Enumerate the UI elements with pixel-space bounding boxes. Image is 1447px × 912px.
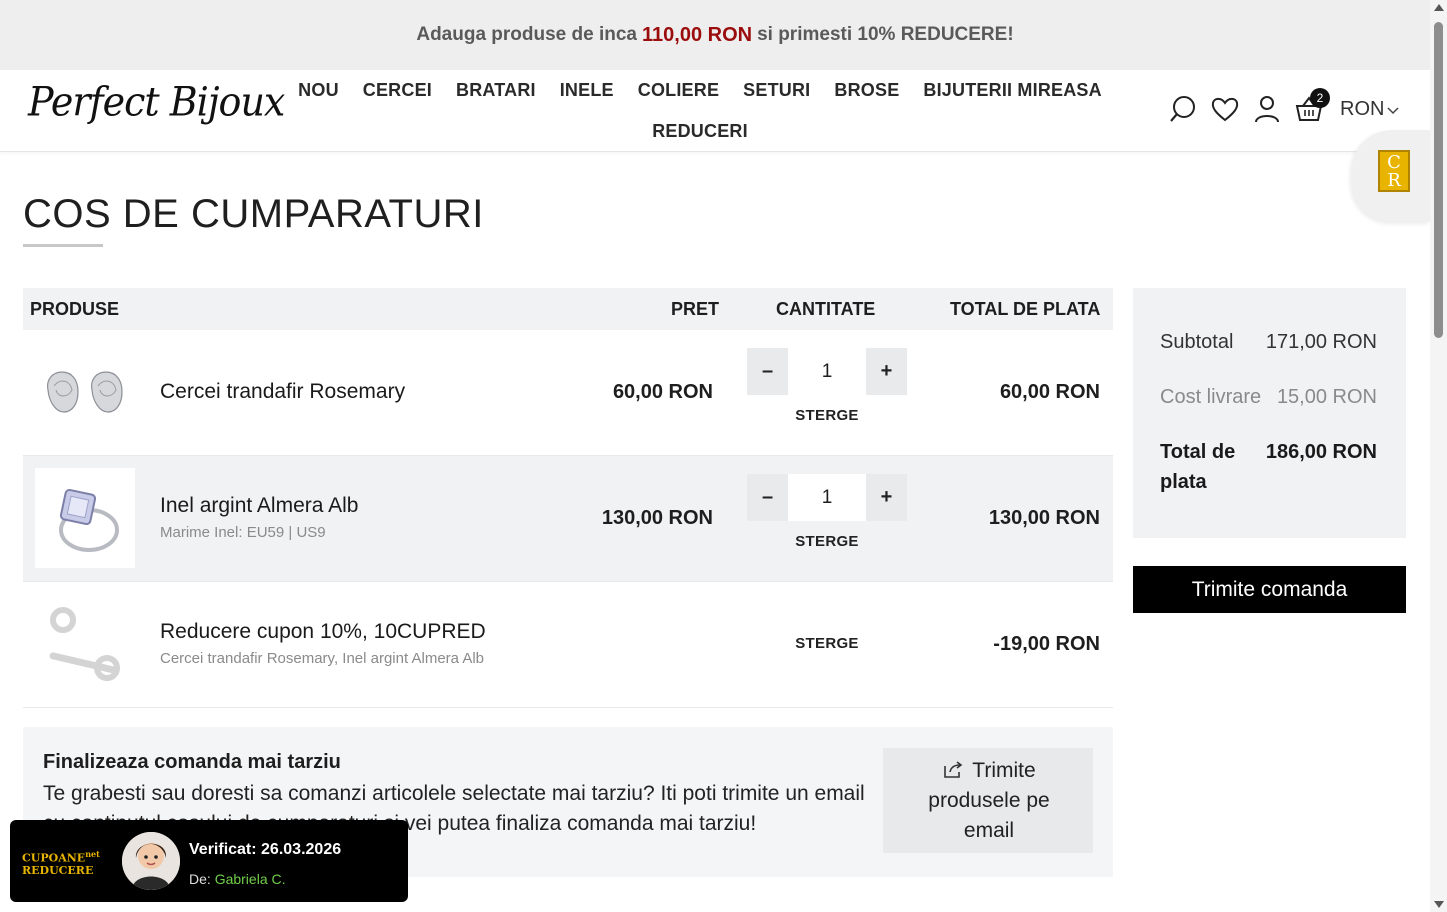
ring-image[interactable] — [35, 468, 135, 568]
decrease-quantity-button[interactable]: – — [747, 348, 788, 395]
coupon-total: -19,00 RON — [993, 633, 1100, 655]
main-nav: NOU CERCEI BRATARI INELE COLIERE SETURI … — [290, 70, 1110, 152]
product-name[interactable]: Inel argint Almera Alb — [160, 494, 358, 518]
coupon-widget-letters: CR — [1387, 152, 1401, 191]
nav-item-inele[interactable]: INELE — [560, 80, 614, 101]
share-icon — [944, 760, 963, 778]
quantity-input[interactable]: 1 — [788, 348, 866, 395]
nav-row-1: NOU CERCEI BRATARI INELE COLIERE SETURI … — [290, 70, 1110, 111]
subtotal-label: Subtotal — [1160, 331, 1234, 353]
header-quantity: CANTITATE — [776, 298, 876, 319]
verified-date: Verificat: 26.03.2026 — [189, 841, 342, 858]
product-total: 60,00 RON — [999, 381, 1100, 403]
cart-row-coupon: Reducere cupon 10%, 10CUPRED Cercei tran… — [23, 582, 1113, 708]
finalize-later-title: Finalizeaza comanda mai tarziu — [43, 751, 341, 773]
cart-row: Inel argint Almera Alb Marime Inel: EU59… — [23, 456, 1113, 582]
avatar — [122, 832, 180, 890]
nav-item-reduceri[interactable]: REDUCERI — [652, 121, 748, 142]
remove-coupon-button[interactable]: STERGE — [747, 635, 907, 652]
shipping-value: 15,00 RON — [1276, 386, 1377, 408]
logo-sup: net — [85, 849, 100, 859]
increase-quantity-button[interactable]: + — [866, 348, 907, 395]
page-scrollbar[interactable] — [1430, 0, 1447, 912]
coupon-widget[interactable]: CR — [1352, 130, 1430, 222]
nav-item-cercei[interactable]: CERCEI — [363, 80, 432, 101]
order-summary: Subtotal 171,00 RON Cost livrare 15,00 R… — [1133, 288, 1406, 538]
product-price: 130,00 RON — [601, 507, 713, 529]
total-label-line2: plata — [1160, 471, 1207, 493]
shipping-label: Cost livrare — [1160, 386, 1262, 408]
cart-row: Cercei trandafir Rosemary 60,00 RON – 1 … — [23, 330, 1113, 456]
basket-icon[interactable]: 2 — [1294, 88, 1330, 124]
cupoane-reducere-logo: CUPOANEnet REDUCERE — [22, 848, 112, 876]
quantity-stepper: – 1 + — [747, 474, 907, 521]
currency-selector[interactable]: RON — [1340, 98, 1399, 121]
nav-item-coliere[interactable]: COLIERE — [638, 80, 719, 101]
total-value: 186,00 RON — [1265, 441, 1377, 463]
promo-suffix: si primesti 10% REDUCERE! — [757, 24, 1014, 45]
search-icon[interactable] — [1168, 94, 1198, 124]
quantity-input[interactable]: 1 — [788, 474, 866, 521]
promo-amount: 110,00 RON — [642, 23, 753, 46]
remove-item-button[interactable]: STERGE — [747, 407, 907, 424]
promo-prefix: Adauga produse de inca — [416, 24, 637, 45]
checkout-button[interactable]: Trimite comanda — [1133, 566, 1406, 613]
coupon-widget-logo: CR — [1378, 150, 1410, 192]
scroll-thumb[interactable] — [1434, 22, 1443, 338]
title-underline — [23, 244, 103, 247]
product-price: 60,00 RON — [612, 381, 713, 403]
product-total: 130,00 RON — [988, 507, 1100, 529]
cart-table-header: PRODUSE PRET CANTITATE TOTAL DE PLATA — [23, 288, 1113, 330]
product-variant: Marime Inel: EU59 | US9 — [160, 524, 326, 541]
header-price: PRET — [671, 298, 720, 319]
verified-by-label: De: — [189, 871, 211, 887]
remove-item-button[interactable]: STERGE — [747, 533, 907, 550]
quantity-stepper: – 1 + — [747, 348, 907, 395]
currency-label: RON — [1340, 97, 1385, 120]
total-label-line1: Total de — [1160, 441, 1236, 463]
cart-count-badge: 2 — [1310, 88, 1330, 108]
percent-icon — [35, 594, 135, 694]
nav-item-bijuterii-mireasa[interactable]: BIJUTERII MIREASA — [923, 80, 1101, 101]
promo-bar: Adauga produse de inca 110,00 RON si pri… — [0, 0, 1430, 70]
nav-item-seturi[interactable]: SETURI — [743, 80, 810, 101]
header-total: TOTAL DE PLATA — [950, 298, 1101, 319]
nav-row-2: REDUCERI — [290, 111, 1110, 152]
coupon-applies-to: Cercei trandafir Rosemary, Inel argint A… — [160, 650, 485, 667]
coupon-name: Reducere cupon 10%, 10CUPRED — [160, 620, 486, 643]
nav-item-brose[interactable]: BROSE — [834, 80, 899, 101]
earrings-image[interactable] — [35, 342, 135, 442]
logo-line2: REDUCERE — [22, 863, 94, 877]
nav-item-nou[interactable]: NOU — [298, 80, 339, 101]
scroll-down-arrow-icon[interactable] — [1434, 901, 1444, 908]
chevron-down-icon — [1387, 98, 1399, 121]
increase-quantity-button[interactable]: + — [866, 474, 907, 521]
header-products: PRODUSE — [30, 298, 120, 319]
subtotal-value: 171,00 RON — [1265, 331, 1377, 353]
nav-item-bratari[interactable]: BRATARI — [456, 80, 536, 101]
header-icons: 2 RON — [1168, 88, 1399, 124]
page-title: COS DE CUMPARATURI — [23, 192, 484, 236]
logo[interactable]: Perfect Bijoux — [28, 79, 285, 125]
product-name[interactable]: Cercei trandafir Rosemary — [160, 380, 405, 404]
user-icon[interactable] — [1252, 94, 1282, 124]
scroll-up-arrow-icon[interactable] — [1434, 4, 1444, 11]
verified-by: De: Gabriela C. — [189, 871, 286, 887]
email-cart-button[interactable]: Trimite produsele pe email — [883, 748, 1093, 853]
verified-by-name: Gabriela C. — [214, 871, 286, 887]
decrease-quantity-button[interactable]: – — [747, 474, 788, 521]
verified-coupon-popup[interactable]: CUPOANEnet REDUCERE Verificat: 26.03.202… — [10, 820, 408, 902]
cart-table: PRODUSE PRET CANTITATE TOTAL DE PLATA Ce… — [23, 288, 1113, 708]
site-header: Perfect Bijoux NOU CERCEI BRATARI INELE … — [0, 70, 1430, 152]
heart-icon[interactable] — [1210, 94, 1240, 124]
